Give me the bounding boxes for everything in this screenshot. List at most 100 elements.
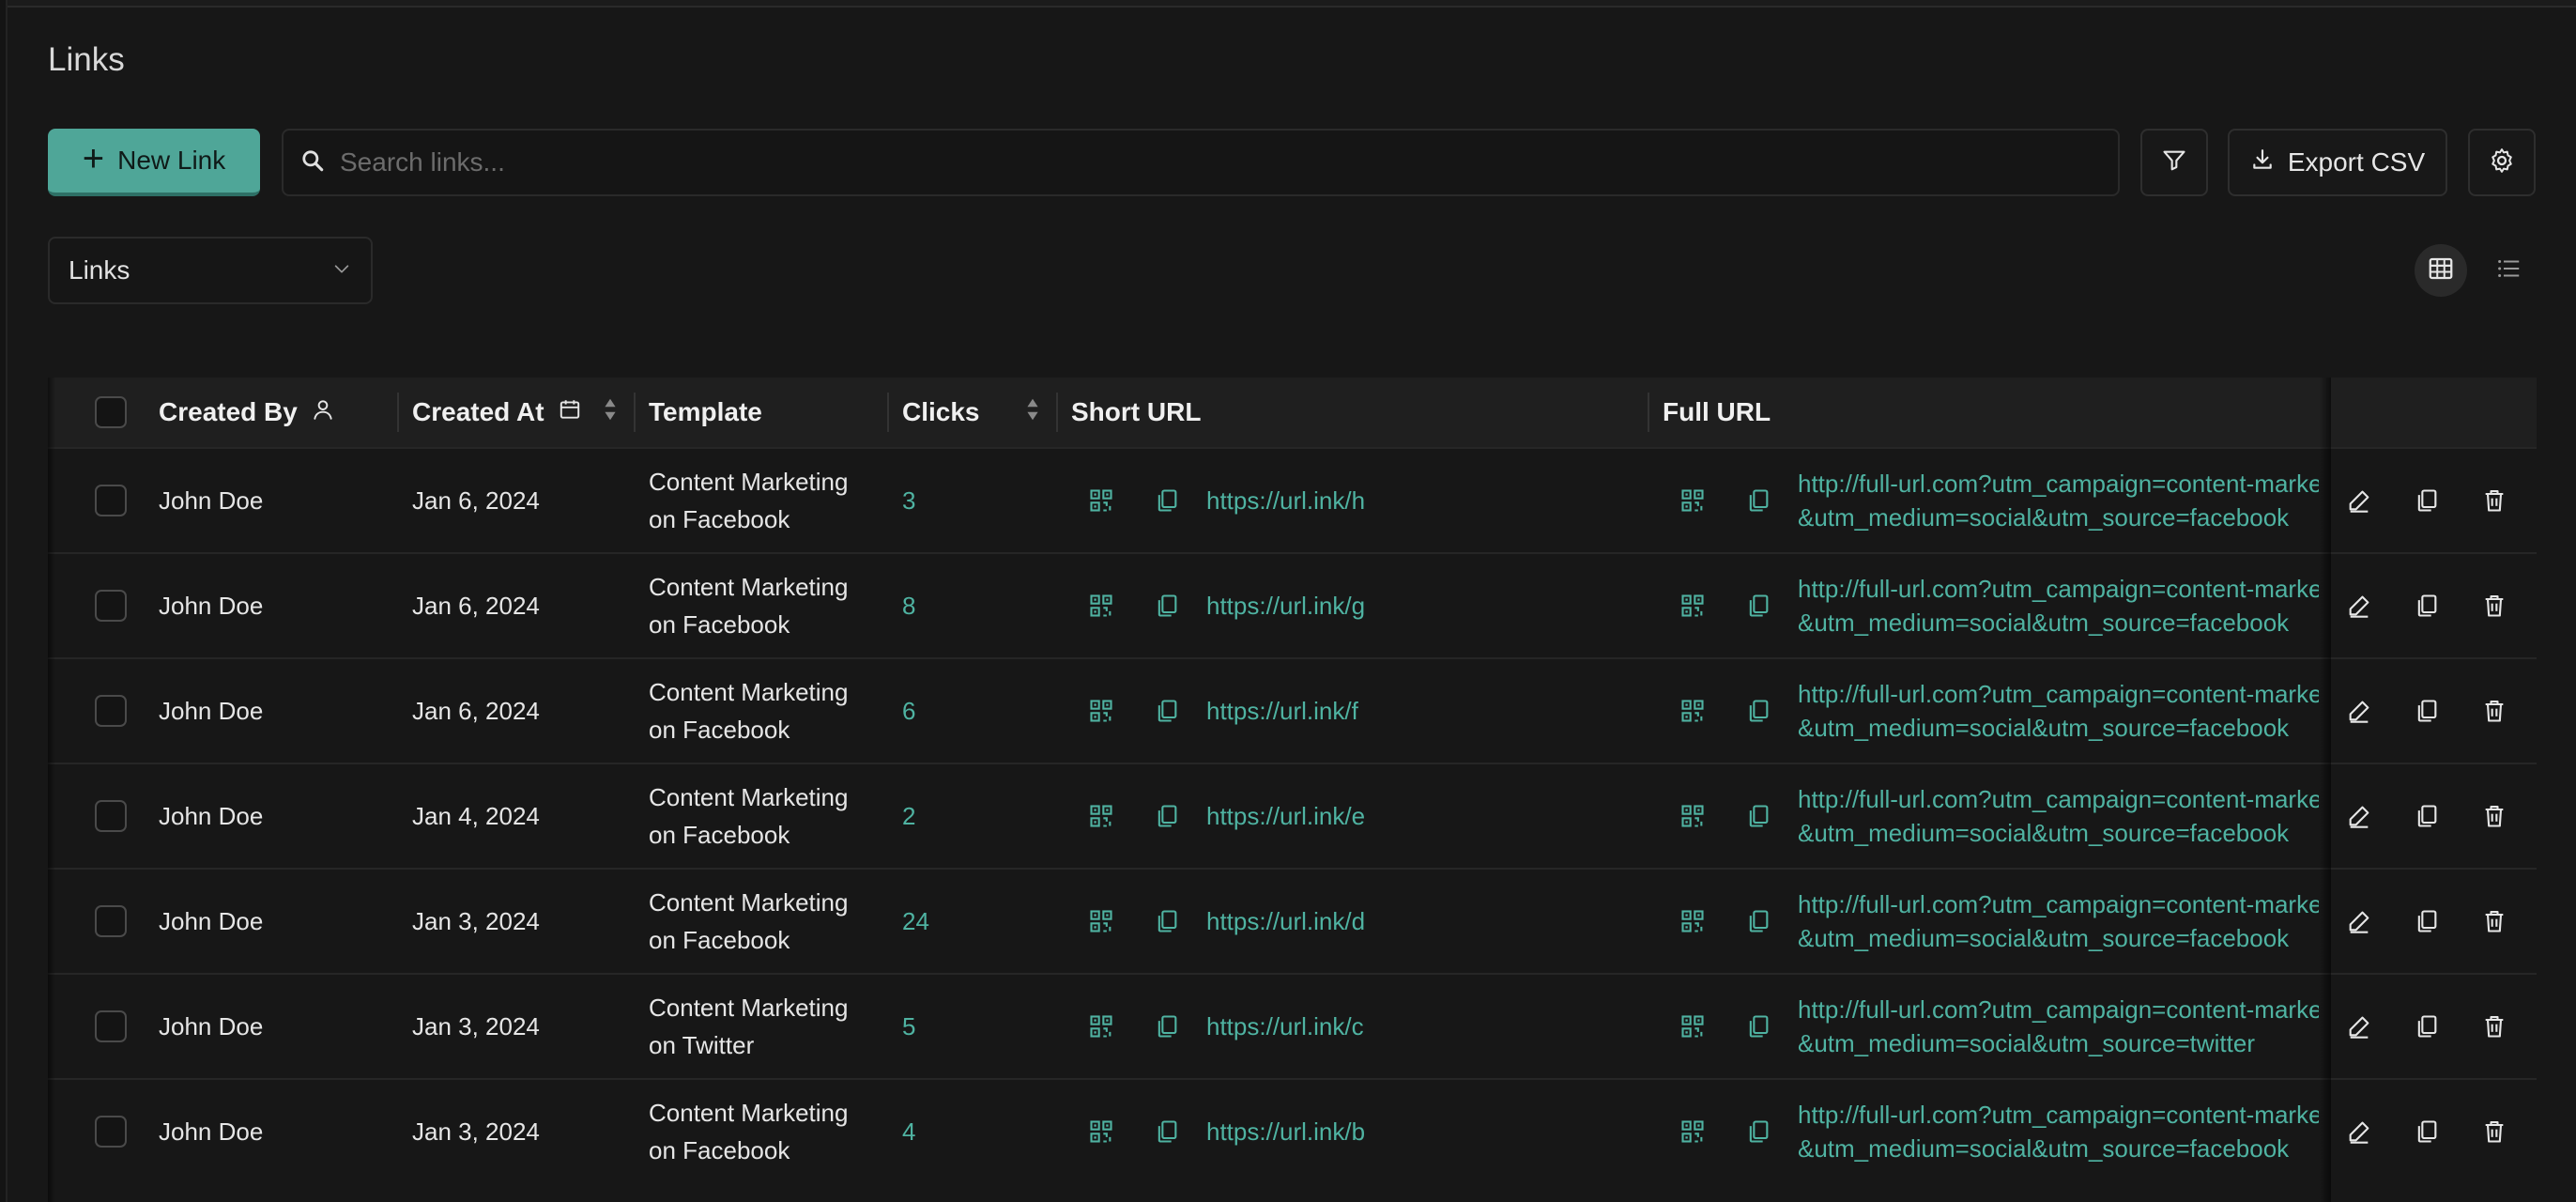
duplicate-icon[interactable] [2412, 485, 2442, 516]
duplicate-icon[interactable] [2412, 591, 2442, 621]
copy-icon[interactable] [1743, 906, 1773, 936]
edit-icon[interactable] [2344, 906, 2374, 936]
copy-icon[interactable] [1152, 906, 1182, 936]
trash-icon[interactable] [2479, 1011, 2509, 1041]
copy-icon[interactable] [1743, 1011, 1773, 1041]
row-checkbox[interactable] [95, 905, 127, 937]
trash-icon[interactable] [2479, 591, 2509, 621]
row-checkbox[interactable] [95, 1010, 127, 1042]
copy-icon[interactable] [1152, 696, 1182, 726]
table-view-toggle[interactable] [2415, 244, 2467, 297]
short-url-link[interactable]: https://url.ink/e [1206, 764, 1365, 868]
copy-icon[interactable] [1152, 485, 1182, 516]
trash-icon[interactable] [2479, 696, 2509, 726]
copy-icon[interactable] [1743, 696, 1773, 726]
row-checkbox[interactable] [95, 485, 127, 516]
qr-code-icon[interactable] [1678, 591, 1708, 621]
column-template[interactable]: Template [649, 378, 762, 447]
short-url-link[interactable]: https://url.ink/g [1206, 554, 1365, 657]
short-url-link[interactable]: https://url.ink/c [1206, 975, 1364, 1078]
view-select[interactable]: Links [48, 237, 373, 304]
qr-code-icon[interactable] [1086, 485, 1116, 516]
full-url-link[interactable]: http://full-url.com?utm_campaign=content… [1798, 554, 2319, 657]
clicks-cell: 2 [902, 801, 916, 830]
column-created-at[interactable]: Created At [412, 378, 582, 447]
row-checkbox[interactable] [95, 1116, 127, 1148]
template-line: Content Marketing [649, 573, 849, 601]
created-by-cell: John Doe [159, 906, 264, 935]
qr-code-icon[interactable] [1678, 801, 1708, 831]
full-url-link[interactable]: http://full-url.com?utm_campaign=content… [1798, 1080, 2319, 1183]
duplicate-icon[interactable] [2412, 906, 2442, 936]
column-short-url[interactable]: Short URL [1071, 378, 1201, 447]
column-created-by-label: Created By [159, 397, 298, 426]
trash-icon[interactable] [2479, 801, 2509, 831]
filter-button[interactable] [2140, 129, 2208, 196]
full-url-link[interactable]: http://full-url.com?utm_campaign=content… [1798, 764, 2319, 868]
short-url-link[interactable]: https://url.ink/d [1206, 870, 1365, 973]
sort-created-at[interactable] [602, 378, 619, 447]
row-checkbox[interactable] [95, 800, 127, 832]
edit-icon[interactable] [2344, 696, 2374, 726]
copy-icon[interactable] [1152, 1011, 1182, 1041]
trash-icon[interactable] [2479, 1117, 2509, 1147]
duplicate-icon[interactable] [2412, 1011, 2442, 1041]
template-line: Content Marketing [649, 994, 849, 1022]
duplicate-icon[interactable] [2412, 696, 2442, 726]
copy-icon[interactable] [1152, 591, 1182, 621]
list-view-toggle[interactable] [2482, 244, 2535, 297]
qr-code-icon[interactable] [1086, 1117, 1116, 1147]
qr-code-icon[interactable] [1086, 696, 1116, 726]
qr-code-icon[interactable] [1086, 801, 1116, 831]
select-all-checkbox[interactable] [95, 396, 127, 428]
full-url-link[interactable]: http://full-url.com?utm_campaign=content… [1798, 975, 2319, 1078]
full-url-link[interactable]: http://full-url.com?utm_campaign=content… [1798, 659, 2319, 763]
template-line: Content Marketing [649, 468, 849, 496]
trash-icon[interactable] [2479, 485, 2509, 516]
copy-icon[interactable] [1152, 1117, 1182, 1147]
full-url-link[interactable]: http://full-url.com?utm_campaign=content… [1798, 870, 2319, 973]
copy-icon[interactable] [1152, 801, 1182, 831]
copy-icon[interactable] [1743, 485, 1773, 516]
table-row: John Doe Jan 3, 2024 Content Marketing o… [48, 1078, 2537, 1183]
edit-icon[interactable] [2344, 485, 2374, 516]
qr-code-icon[interactable] [1678, 906, 1708, 936]
new-link-button[interactable]: + New Link [48, 129, 260, 196]
filter-icon [2161, 147, 2187, 178]
column-full-url[interactable]: Full URL [1663, 378, 1771, 447]
edit-icon[interactable] [2344, 801, 2374, 831]
short-url-link[interactable]: https://url.ink/b [1206, 1080, 1365, 1183]
copy-icon[interactable] [1743, 1117, 1773, 1147]
qr-code-icon[interactable] [1086, 1011, 1116, 1041]
edit-icon[interactable] [2344, 591, 2374, 621]
qr-code-icon[interactable] [1086, 906, 1116, 936]
short-url-link[interactable]: https://url.ink/h [1206, 449, 1365, 552]
copy-icon[interactable] [1743, 801, 1773, 831]
edit-icon[interactable] [2344, 1117, 2374, 1147]
full-url-link[interactable]: http://full-url.com?utm_campaign=content… [1798, 449, 2319, 552]
qr-code-icon[interactable] [1678, 1011, 1708, 1041]
row-checkbox[interactable] [95, 590, 127, 622]
row-checkbox[interactable] [95, 695, 127, 727]
settings-button[interactable] [2468, 129, 2536, 196]
qr-code-icon[interactable] [1678, 696, 1708, 726]
duplicate-icon[interactable] [2412, 1117, 2442, 1147]
column-clicks-label: Clicks [902, 397, 980, 426]
export-csv-button[interactable]: Export CSV [2228, 129, 2447, 196]
qr-code-icon[interactable] [1086, 591, 1116, 621]
table-header: Created By Created At Template Clicks Sh… [48, 378, 2537, 447]
template-cell: Content Marketing on Twitter [649, 975, 848, 1078]
column-clicks[interactable]: Clicks [902, 378, 980, 447]
list-icon [2494, 254, 2522, 287]
search-input[interactable] [338, 146, 2032, 178]
copy-icon[interactable] [1743, 591, 1773, 621]
edit-icon[interactable] [2344, 1011, 2374, 1041]
qr-code-icon[interactable] [1678, 485, 1708, 516]
column-created-by[interactable]: Created By [159, 378, 335, 447]
qr-code-icon[interactable] [1678, 1117, 1708, 1147]
duplicate-icon[interactable] [2412, 801, 2442, 831]
short-url-link[interactable]: https://url.ink/f [1206, 659, 1358, 763]
sort-clicks[interactable] [1024, 378, 1041, 447]
trash-icon[interactable] [2479, 906, 2509, 936]
clicks-cell: 5 [902, 1011, 916, 1040]
